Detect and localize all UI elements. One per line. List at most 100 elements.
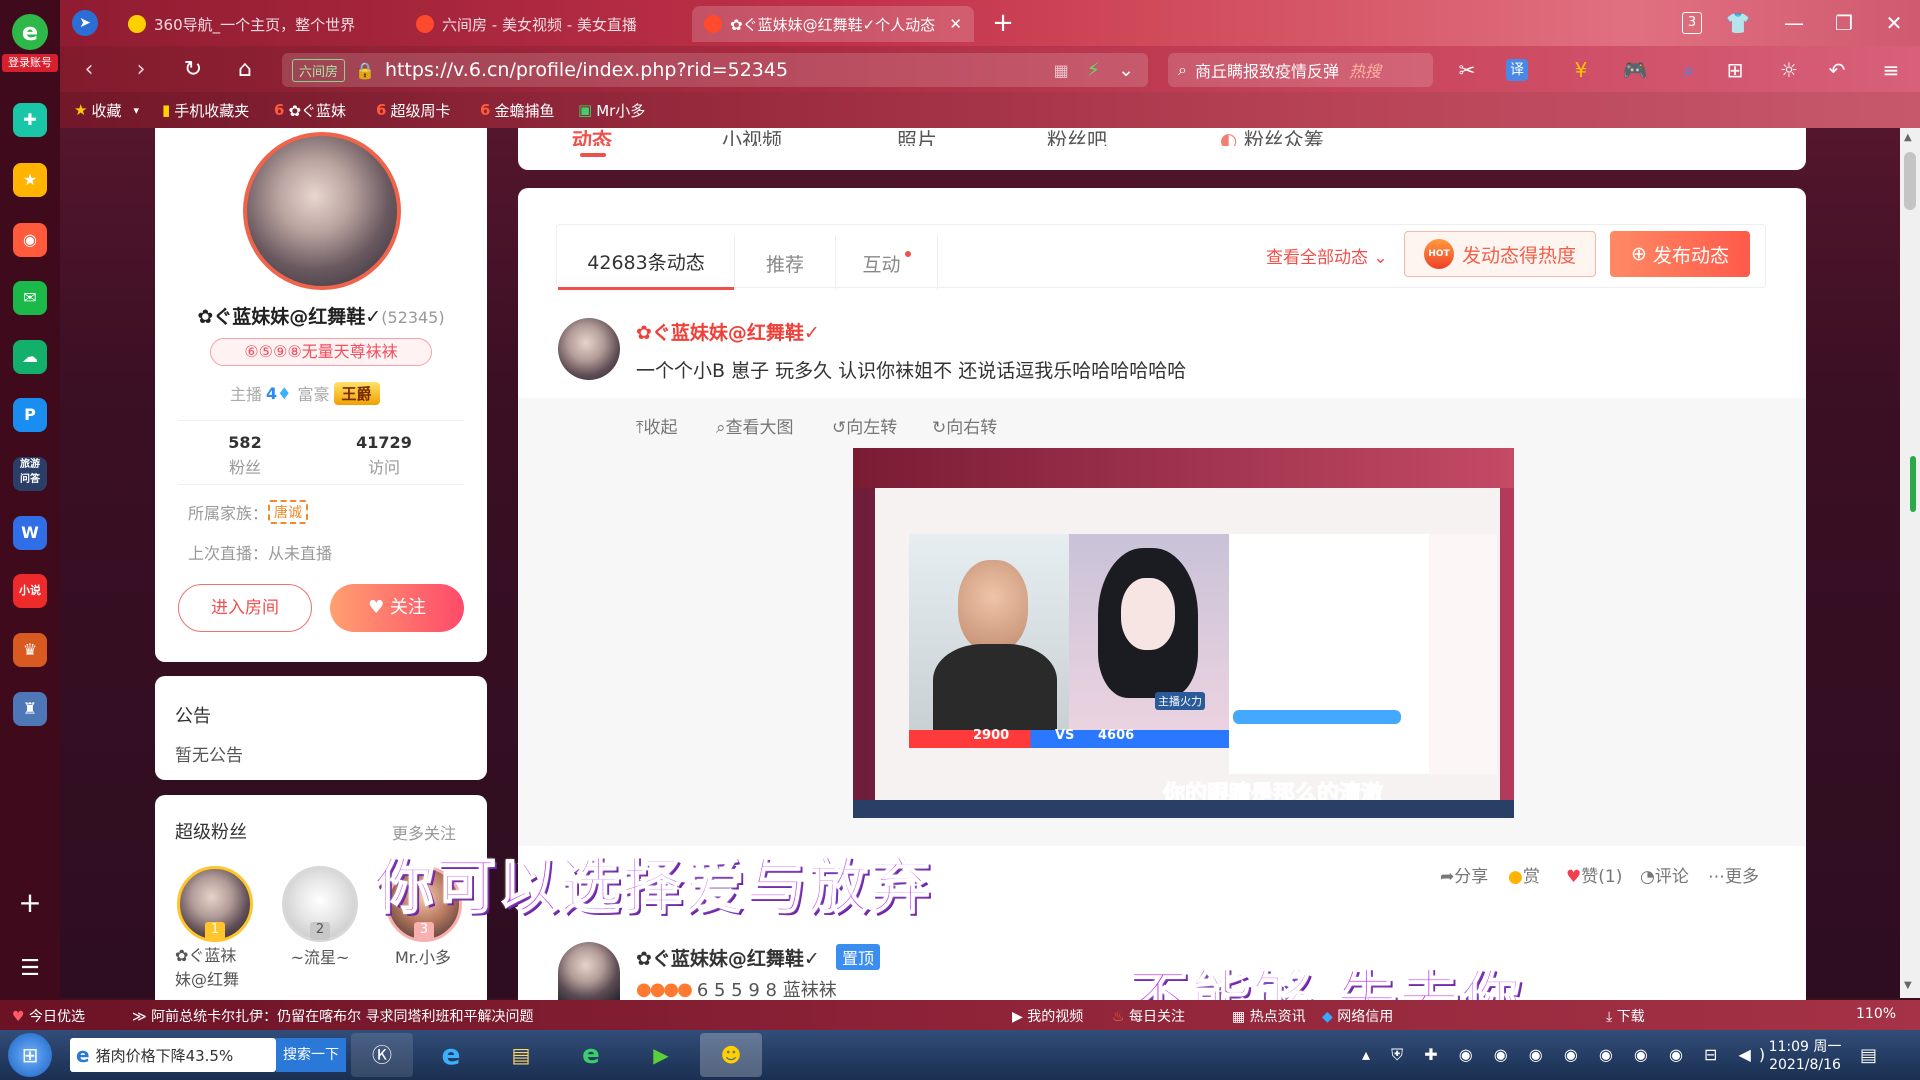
sidebar-doc-icon[interactable]: W [13, 516, 47, 550]
nav-tab-crowdfund[interactable]: ◐ 粉丝众筹 [1220, 124, 1324, 146]
sidebar-weibo-icon[interactable]: ◉ [13, 223, 47, 257]
taskbar-search-button[interactable]: 搜索一下 [276, 1038, 346, 1072]
feed-tab-all[interactable]: 42683条动态 [558, 236, 734, 290]
reward-link[interactable]: ●赏 [1508, 862, 1540, 887]
gamepad-icon[interactable]: 🎮 [1620, 56, 1650, 84]
tab-profile[interactable]: ✿ぐ蓝妹妹@红舞鞋✓个人动态 ✕ [692, 6, 974, 42]
nav-tab-videos[interactable]: 小视频 [722, 124, 782, 146]
chevron-down-icon[interactable]: ⌄ [1118, 59, 1134, 81]
close-tab-icon[interactable]: ✕ [949, 15, 962, 33]
sidebar-novel-icon[interactable]: 小说 [13, 574, 47, 608]
bookmark-lanmeimei[interactable]: 6 ✿ぐ蓝妹 [274, 98, 346, 122]
magnify-icon[interactable]: ⌕ [1674, 56, 1704, 84]
back-icon[interactable]: ‹ [74, 56, 104, 84]
menu-icon[interactable]: ≡ [1876, 56, 1906, 84]
clock-date[interactable]: 2021/8/16 [1760, 1057, 1850, 1073]
status-my-video[interactable]: ▶ 我的视频 [1012, 1006, 1083, 1026]
scrollbar-thumb[interactable] [1904, 152, 1916, 210]
bookmark-mrxiaoduo[interactable]: ▣ Mr小多 [578, 98, 645, 122]
nav-tab-fanbar[interactable]: 粉丝吧 [1047, 124, 1107, 146]
browser-logo-icon[interactable]: ➤ [72, 10, 98, 36]
share-link[interactable]: ➦分享 [1440, 862, 1488, 887]
superfan-name-1[interactable]: ✿ぐ蓝袜 妹@红舞 [175, 944, 265, 992]
start-button[interactable]: ⊞ [8, 1033, 52, 1077]
bookmark-favorites[interactable]: ★ 收藏 ▾ [74, 98, 139, 122]
close-window-icon[interactable]: ✕ [1880, 10, 1908, 36]
new-tab-button[interactable]: + [988, 8, 1018, 38]
feed-tab-recommend[interactable]: 推荐 [734, 236, 836, 290]
enter-room-button[interactable]: 进入房间 [178, 584, 312, 632]
nav-tab-dynamic[interactable]: 动态 [572, 124, 612, 146]
status-hot-news[interactable]: ▦ 热点资讯 [1232, 1006, 1306, 1026]
bookmark-mobile[interactable]: ▮ 手机收藏夹 [162, 98, 249, 122]
translate-icon[interactable]: 译 [1506, 59, 1528, 81]
taskbar-search-input[interactable]: e 猪肉价格下降43.5% [70, 1038, 276, 1072]
bookmark-fishing[interactable]: 6 金蟾捕鱼 [480, 98, 554, 122]
ie-logo-icon[interactable]: e [12, 14, 48, 50]
status-zoom[interactable]: 110% [1856, 1006, 1896, 1022]
taskbar-360-icon[interactable]: e [560, 1033, 622, 1077]
rotate-left-link[interactable]: ↺向左转 [832, 413, 897, 438]
superfan-name-3[interactable]: Mr.小多 [383, 944, 463, 968]
heat-button[interactable]: HOT 发动态得热度 [1404, 231, 1596, 277]
post-button[interactable]: ⊕ 发布动态 [1610, 231, 1750, 277]
post2-author-avatar[interactable] [558, 942, 620, 1000]
clock-time[interactable]: 11:09 周一 [1760, 1036, 1850, 1056]
sidebar-star-icon[interactable]: ★ [13, 163, 47, 197]
feed-tab-interact[interactable]: 互动 [836, 236, 938, 290]
minimize-icon[interactable]: — [1780, 10, 1808, 36]
refresh-icon[interactable]: ↻ [178, 56, 208, 84]
tab-count-badge[interactable]: 3 [1682, 12, 1702, 34]
tab-360nav[interactable]: 360导航_一个主页，整个世界 [116, 6, 396, 42]
lightning-icon[interactable]: ⚡ [1087, 59, 1100, 81]
undo-icon[interactable]: ↶ [1822, 56, 1852, 84]
today-pick-link[interactable]: ♥ 今日优选 [12, 1006, 85, 1026]
scroll-up-icon[interactable]: ▲ [1904, 132, 1912, 143]
address-field[interactable]: 六间房 🔒 https://v.6.cn/profile/index.php?r… [282, 53, 1148, 87]
coin-icon[interactable]: ¥ [1566, 56, 1596, 84]
bookmark-weekcard[interactable]: 6 超级周卡 [376, 98, 450, 122]
collapse-link[interactable]: ⤒收起 [636, 413, 678, 438]
post-image[interactable]: 2900 VS 4606 主播火力 你的眼睛是那么的清澈 [853, 448, 1514, 818]
sidebar-game-icon[interactable]: ♛ [13, 633, 47, 667]
rotate-right-link[interactable]: ↻向右转 [932, 413, 997, 438]
skin-icon[interactable]: 👕 [1724, 10, 1752, 36]
search-input[interactable]: ⌕ 商丘瞒报致疫情反弹 热搜 [1168, 53, 1433, 87]
sidebar-list-icon[interactable]: ☰ [15, 954, 45, 984]
nav-tab-photos[interactable]: 照片 [897, 124, 937, 146]
sidebar-plus-icon[interactable]: ✚ [13, 103, 47, 137]
follow-button[interactable]: ♥ 关注 [330, 584, 464, 632]
post-author-name[interactable]: ✿ぐ蓝妹妹@红舞鞋✓ [636, 318, 820, 345]
more-link[interactable]: ⋯更多 [1708, 862, 1759, 887]
login-button[interactable]: 登录账号 [2, 54, 58, 72]
like-link[interactable]: ♥赞(1) [1566, 862, 1622, 887]
sidebar-cloud-icon[interactable]: ☁ [13, 340, 47, 374]
scissors-icon[interactable]: ✂ [1452, 56, 1482, 84]
notification-icon[interactable]: ▤ [1860, 1045, 1877, 1066]
taskbar-folder-icon[interactable]: ▤ [490, 1033, 552, 1077]
page-scrollbar[interactable] [1900, 128, 1920, 998]
side-green-handle[interactable] [1910, 456, 1916, 512]
tray-icons[interactable]: ▴ ⛨ ✚ ◉ ◉ ◉ ◉ ◉ ◉ ◉ ⊟ ◀) [1362, 1045, 1773, 1065]
tab-6cn[interactable]: 六间房 - 美女视频 - 美女直播 [404, 6, 684, 42]
taskbar-app-k-icon[interactable]: Ⓚ [351, 1033, 413, 1077]
sidebar-mail-icon[interactable]: ✉ [13, 281, 47, 315]
apps-icon[interactable]: ⊞ [1720, 56, 1750, 84]
grid-icon[interactable]: ▦ [1054, 61, 1069, 80]
taskbar-app-active-icon[interactable]: ☻ [700, 1033, 762, 1077]
scroll-down-icon[interactable]: ▼ [1904, 980, 1912, 991]
status-daily[interactable]: ♨ 每日关注 [1112, 1006, 1185, 1026]
news-ticker[interactable]: ≫ 阿前总统卡尔扎伊：仍留在喀布尔 寻求同塔利班和平解决问题 [132, 1006, 534, 1026]
status-credit[interactable]: ◆ 网络信用 [1322, 1006, 1393, 1026]
superfan-name-2[interactable]: ~流星~ [280, 944, 360, 968]
status-download[interactable]: ⤓ 下载 [1606, 1006, 1645, 1026]
sidebar-p-icon[interactable]: P [13, 398, 47, 432]
view-large-link[interactable]: ⌕查看大图 [716, 413, 794, 438]
family-badge[interactable]: 唐诚 [268, 500, 309, 524]
home-icon[interactable]: ⌂ [230, 56, 260, 84]
comment-link[interactable]: ◔评论 [1640, 862, 1689, 887]
post2-author-name[interactable]: ✿ぐ蓝妹妹@红舞鞋✓ [636, 944, 820, 971]
view-all-dropdown[interactable]: 查看全部动态 ⌄ [1266, 243, 1388, 268]
taskbar-ie-icon[interactable]: e [420, 1033, 482, 1077]
post-author-avatar[interactable] [558, 318, 620, 380]
